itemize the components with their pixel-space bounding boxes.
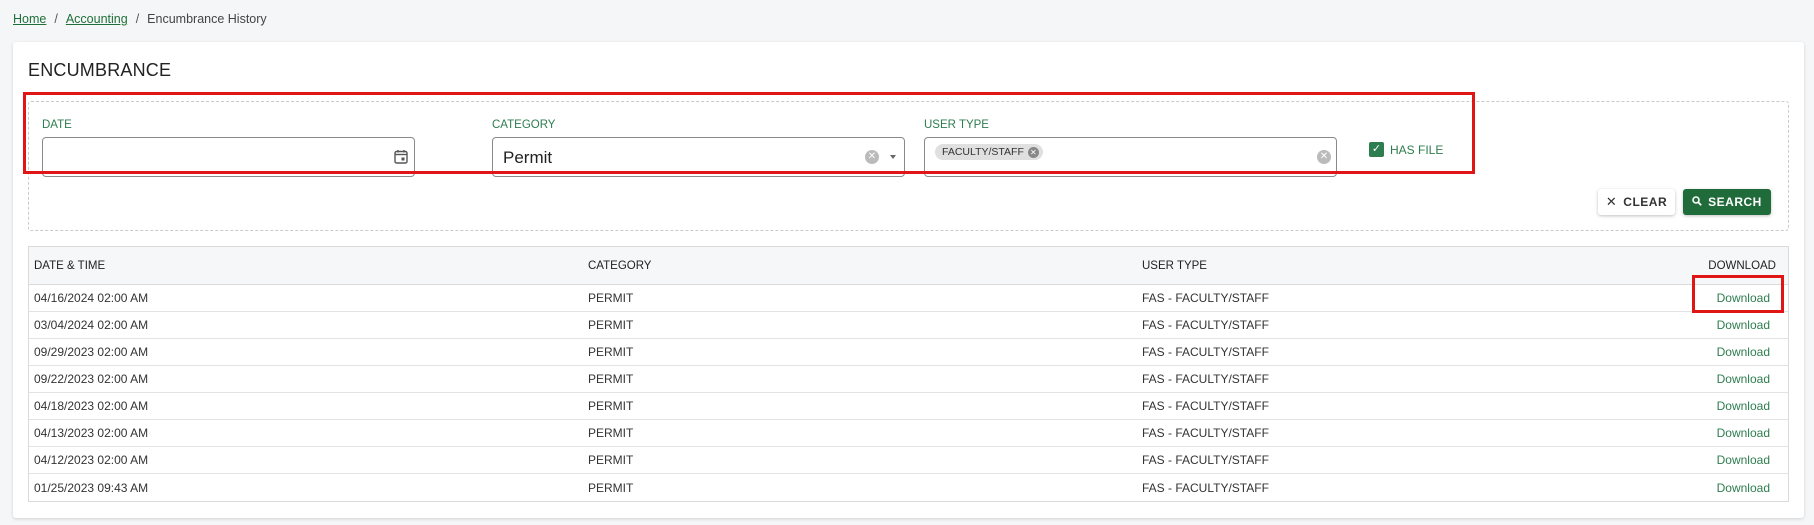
header-date-time: DATE & TIME: [34, 259, 106, 272]
table-row: 04/13/2023 02:00 AM PERMIT FAS - FACULTY/S…: [29, 420, 1788, 447]
user-type-filter: USER TYPE FACULTY/STAFF ✕ ✕: [924, 119, 1337, 177]
download-link[interactable]: Download: [1717, 426, 1770, 440]
header-download: DOWNLOAD: [1708, 259, 1776, 272]
clear-button[interactable]: ✕ CLEAR: [1598, 189, 1675, 215]
breadcrumb-separator: /: [54, 12, 58, 26]
row-date-time: 04/18/2023 02:00 AM: [34, 399, 149, 413]
breadcrumb-separator: /: [135, 12, 140, 26]
search-button-label: SEARCH: [1708, 195, 1762, 209]
clear-button-label: CLEAR: [1623, 195, 1668, 209]
row-user-type: FAS - FACULTY/STAFF: [1142, 345, 1269, 359]
date-filter: DATE: [42, 119, 415, 177]
date-input[interactable]: [43, 138, 414, 176]
row-category: PERMIT: [588, 453, 634, 467]
chevron-down-icon[interactable]: [890, 155, 896, 159]
download-link[interactable]: Download: [1717, 291, 1770, 305]
table-row: 09/29/2023 02:00 AM PERMIT FAS - FACULTY/S…: [29, 339, 1788, 366]
category-selected-value: Permit: [503, 148, 553, 167]
download-link[interactable]: Download: [1717, 372, 1770, 386]
table-row: 09/22/2023 02:00 AM PERMIT FAS - FACULTY/S…: [29, 366, 1788, 393]
download-link[interactable]: Download: [1717, 345, 1770, 359]
table-row: 01/25/2023 09:43 AM PERMIT FAS - FACULTY/S…: [29, 474, 1788, 501]
has-file-label: HAS FILE: [1390, 142, 1444, 157]
row-date-time: 04/13/2023 02:00 AM: [34, 426, 149, 440]
breadcrumb-current: Encumbrance History: [147, 12, 267, 26]
table-row: 04/12/2023 02:00 AM PERMIT FAS - FACULTY/S…: [29, 447, 1788, 474]
category-label: CATEGORY: [492, 119, 556, 131]
table-row: 04/18/2023 02:00 AM PERMIT FAS - FACULTY/S…: [29, 393, 1788, 420]
date-field-box: [42, 137, 415, 177]
search-icon: [1692, 195, 1702, 209]
remove-chip-icon[interactable]: ✕: [1027, 146, 1039, 158]
row-date-time: 09/22/2023 02:00 AM: [34, 372, 149, 386]
page-title: ENCUMBRANCE: [28, 60, 172, 80]
filter-panel: DATE CATEGORY Permit ✕ USER TYPE FACULTY…: [28, 101, 1789, 231]
download-link[interactable]: Download: [1717, 481, 1770, 495]
row-category: PERMIT: [588, 399, 634, 413]
row-date-time: 01/25/2023 09:43 AM: [34, 480, 149, 495]
table-header: DATE & TIME CATEGORY USER TYPE DOWNLOAD: [29, 247, 1788, 285]
table-row: 03/04/2024 02:00 AM PERMIT FAS - FACULTY/S…: [29, 312, 1788, 339]
category-select[interactable]: Permit ✕: [492, 137, 905, 177]
row-category: PERMIT: [588, 426, 634, 440]
row-user-type: FAS - FACULTY/STAFF: [1142, 480, 1269, 495]
encumbrance-card: ENCUMBRANCE DATE CATEGORY Permit ✕ USER …: [13, 42, 1804, 518]
has-file-checkbox[interactable]: ✓ HAS FILE: [1369, 142, 1443, 157]
search-button[interactable]: SEARCH: [1683, 189, 1771, 215]
row-user-type: FAS - FACULTY/STAFF: [1142, 291, 1269, 305]
header-category: CATEGORY: [588, 259, 652, 272]
row-user-type: FAS - FACULTY/STAFF: [1142, 318, 1269, 332]
user-type-label: USER TYPE: [924, 119, 989, 131]
row-category: PERMIT: [588, 372, 634, 386]
breadcrumb-home-link[interactable]: Home: [13, 12, 46, 26]
row-user-type: FAS - FACULTY/STAFF: [1142, 399, 1269, 413]
row-category: PERMIT: [588, 345, 634, 359]
row-user-type: FAS - FACULTY/STAFF: [1142, 453, 1269, 467]
row-date-time: 04/16/2024 02:00 AM: [34, 291, 149, 305]
user-type-chip: FACULTY/STAFF ✕: [935, 144, 1043, 160]
download-link[interactable]: Download: [1717, 318, 1770, 332]
checkmark-icon[interactable]: ✓: [1369, 142, 1384, 157]
close-icon: ✕: [1605, 194, 1618, 209]
row-category: PERMIT: [588, 291, 634, 305]
table-row: 04/16/2024 02:00 AM PERMIT FAS - FACULTY/S…: [29, 285, 1788, 312]
row-user-type: FAS - FACULTY/STAFF: [1142, 426, 1269, 440]
download-link[interactable]: Download: [1717, 453, 1770, 467]
row-category: PERMIT: [588, 318, 634, 332]
row-date-time: 09/29/2023 02:00 AM: [34, 345, 149, 359]
clear-user-type-icon[interactable]: ✕: [1317, 150, 1331, 164]
row-category: PERMIT: [588, 480, 634, 495]
clear-category-icon[interactable]: ✕: [865, 150, 879, 164]
user-type-select[interactable]: FACULTY/STAFF ✕ ✕: [924, 137, 1337, 177]
breadcrumb-accounting-link[interactable]: Accounting: [66, 12, 128, 26]
encumbrance-table: DATE & TIME CATEGORY USER TYPE DOWNLOAD …: [28, 246, 1789, 502]
header-user-type: USER TYPE: [1142, 259, 1207, 272]
download-link[interactable]: Download: [1717, 399, 1770, 413]
table-body: 04/16/2024 02:00 AM PERMIT FAS - FACULTY/S…: [29, 285, 1788, 501]
breadcrumb: Home / Accounting / Encumbrance History: [13, 12, 267, 26]
row-date-time: 03/04/2024 02:00 AM: [34, 318, 149, 332]
calendar-icon[interactable]: [394, 149, 408, 164]
date-label: DATE: [42, 119, 72, 131]
row-user-type: FAS - FACULTY/STAFF: [1142, 372, 1269, 386]
category-filter: CATEGORY Permit ✕: [492, 119, 905, 177]
user-type-chip-label: FACULTY/STAFF: [942, 146, 1024, 158]
row-date-time: 04/12/2023 02:00 AM: [34, 453, 149, 467]
